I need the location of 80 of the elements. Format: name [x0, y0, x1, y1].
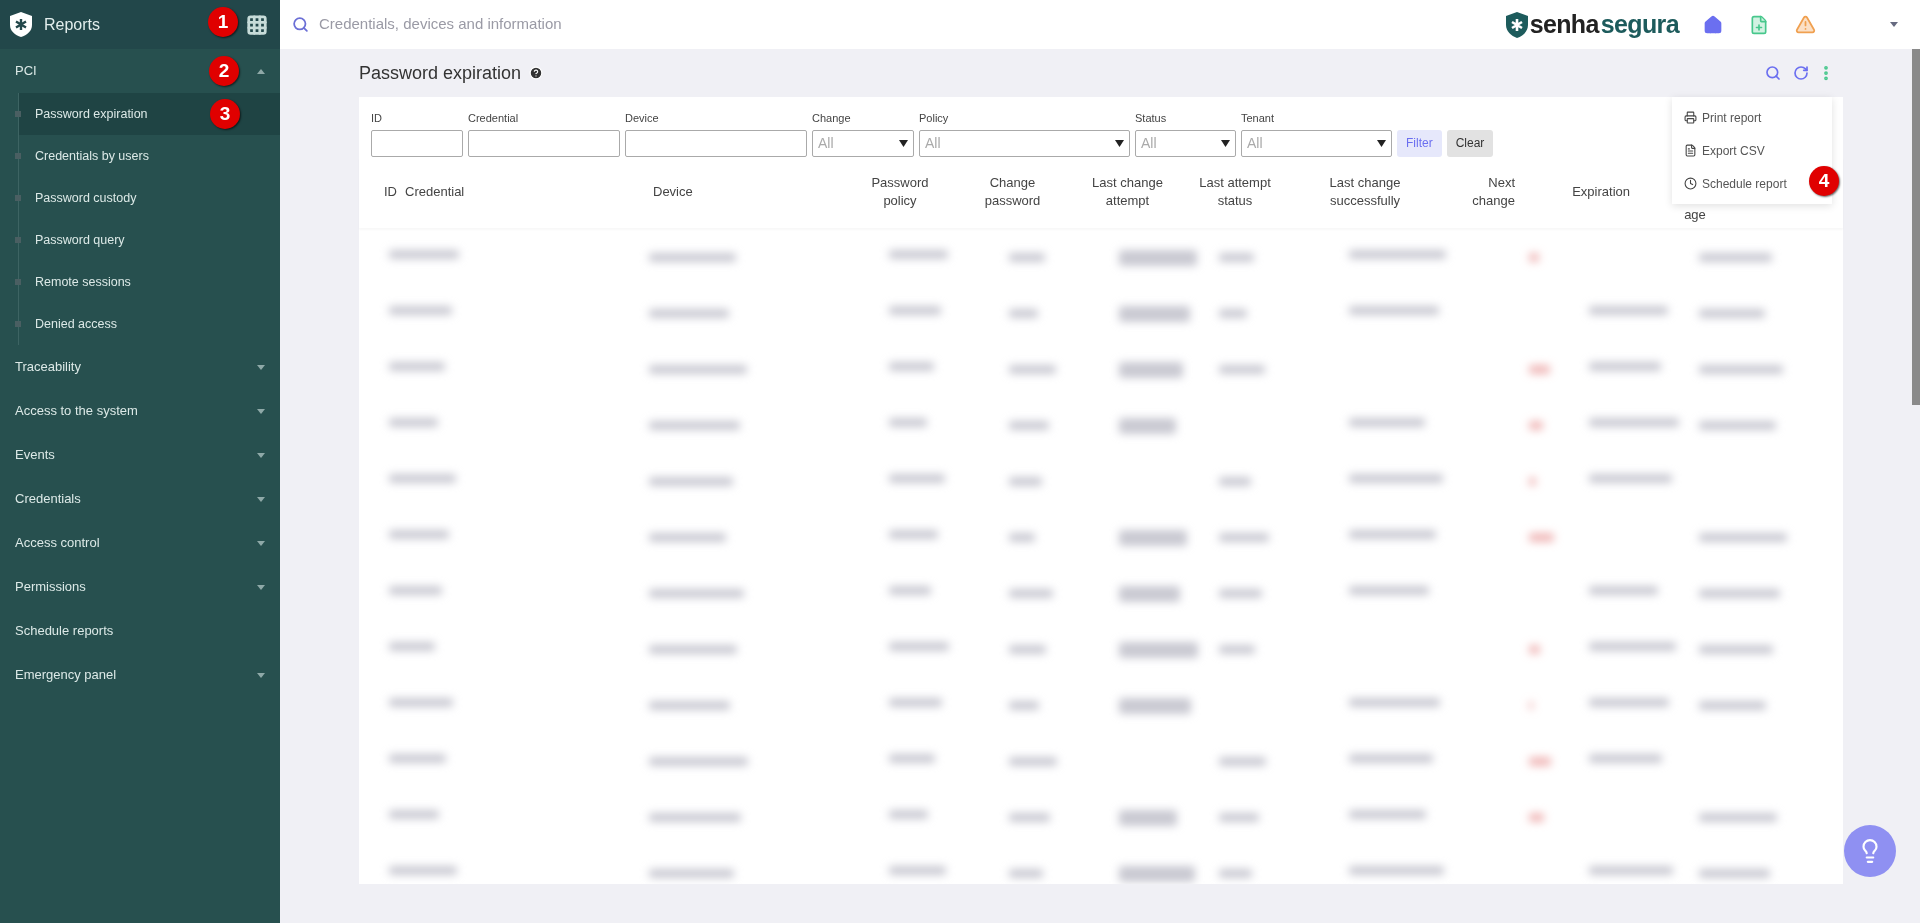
column-header: Change password	[983, 174, 1042, 211]
filter-input[interactable]	[468, 129, 620, 157]
callout-badge: 4	[1809, 166, 1839, 196]
column-header: Password policy	[870, 174, 930, 211]
filter-input[interactable]	[625, 129, 807, 157]
printer-icon	[1684, 111, 1697, 124]
caret-down-icon	[257, 540, 265, 546]
bullet-icon	[15, 321, 21, 327]
apps-grid-icon[interactable]	[246, 13, 268, 36]
refresh-icon[interactable]	[1793, 65, 1809, 81]
tips-button[interactable]	[1844, 825, 1896, 877]
sidebar-item[interactable]: Password custody	[19, 177, 280, 219]
callout-badge: 2	[209, 56, 239, 86]
column-header: Credential	[405, 183, 466, 202]
caret-down-icon	[257, 408, 265, 414]
column-header: age	[1683, 205, 1707, 224]
column-header: Last change attempt	[1091, 174, 1164, 211]
filter-label: Device	[625, 111, 660, 127]
sidebar-item[interactable]: Credentials by users	[19, 135, 280, 177]
caret-down-icon[interactable]	[1890, 22, 1898, 27]
sidebar-group[interactable]: Events	[0, 433, 280, 477]
caret-down-icon	[1377, 139, 1386, 147]
filter-label: Tenant	[1241, 111, 1276, 127]
menu-item[interactable]: Schedule report	[1672, 167, 1789, 200]
column-header: Expiration	[1571, 183, 1630, 202]
shield-logo-icon	[10, 12, 32, 37]
new-file-icon[interactable]	[1749, 14, 1769, 35]
callout-badge: 1	[208, 7, 238, 37]
sidebar-item[interactable]: Password query	[19, 219, 280, 261]
filter-label: Status	[1135, 111, 1168, 127]
caret-down-icon	[899, 139, 908, 147]
caret-down-icon	[257, 496, 265, 502]
clock-icon	[1684, 177, 1697, 190]
help-icon[interactable]	[529, 66, 544, 80]
caret-down-icon	[1221, 139, 1230, 147]
bullet-icon	[15, 195, 21, 201]
column-header: Device	[653, 183, 694, 202]
filter-label: Change	[812, 111, 852, 127]
sidebar-group[interactable]: Schedule reports	[0, 609, 280, 653]
sidebar-group[interactable]: Access to the system	[0, 389, 280, 433]
file-icon	[1684, 144, 1697, 157]
search-icon	[292, 16, 309, 33]
column-header: Next change	[1471, 174, 1515, 211]
home-icon[interactable]	[1703, 14, 1723, 35]
search-icon[interactable]	[1765, 65, 1781, 81]
bullet-icon	[15, 279, 21, 285]
sidebar-item[interactable]: Remote sessions	[19, 261, 280, 303]
column-header: Last change successfully	[1328, 174, 1402, 211]
sidebar-group[interactable]: PCI 2	[0, 49, 280, 93]
sidebar-group[interactable]: Traceability	[0, 345, 280, 389]
menu-item[interactable]: Print report	[1672, 101, 1764, 134]
column-header: Last attempt status	[1198, 174, 1272, 211]
sidebar-title: Reports	[44, 14, 101, 35]
caret-down-icon	[257, 452, 265, 458]
caret-up-icon	[257, 68, 265, 74]
caret-down-icon	[257, 364, 265, 370]
bullet-icon	[15, 111, 21, 117]
sidebar-item[interactable]: Denied access	[19, 303, 280, 345]
page-title: Password expiration	[359, 61, 522, 85]
sidebar-group[interactable]: Permissions	[0, 565, 280, 609]
clear-button[interactable]: Clear	[1446, 129, 1494, 157]
filter-input[interactable]	[371, 129, 463, 157]
filter-label: Credential	[468, 111, 520, 127]
menu-item[interactable]: Export CSV	[1672, 134, 1767, 167]
brand-logo: senhasegura	[1505, 5, 1679, 44]
sidebar-group[interactable]: Emergency panel	[0, 653, 280, 697]
callout-badge: 3	[210, 99, 240, 129]
filter-label: ID	[371, 111, 383, 127]
filter-label: Policy	[919, 111, 950, 127]
column-header: ID	[384, 183, 398, 202]
caret-down-icon	[1115, 139, 1124, 147]
scrollbar-thumb[interactable]	[1912, 49, 1920, 405]
bullet-icon	[15, 237, 21, 243]
bullet-icon	[15, 153, 21, 159]
sidebar-group[interactable]: Credentials	[0, 477, 280, 521]
caret-down-icon	[257, 584, 265, 590]
caret-down-icon	[257, 672, 265, 678]
search-field[interactable]: Credentials, devices and information	[319, 13, 819, 36]
warning-icon[interactable]	[1795, 14, 1816, 35]
sidebar-group[interactable]: Access control	[0, 521, 280, 565]
